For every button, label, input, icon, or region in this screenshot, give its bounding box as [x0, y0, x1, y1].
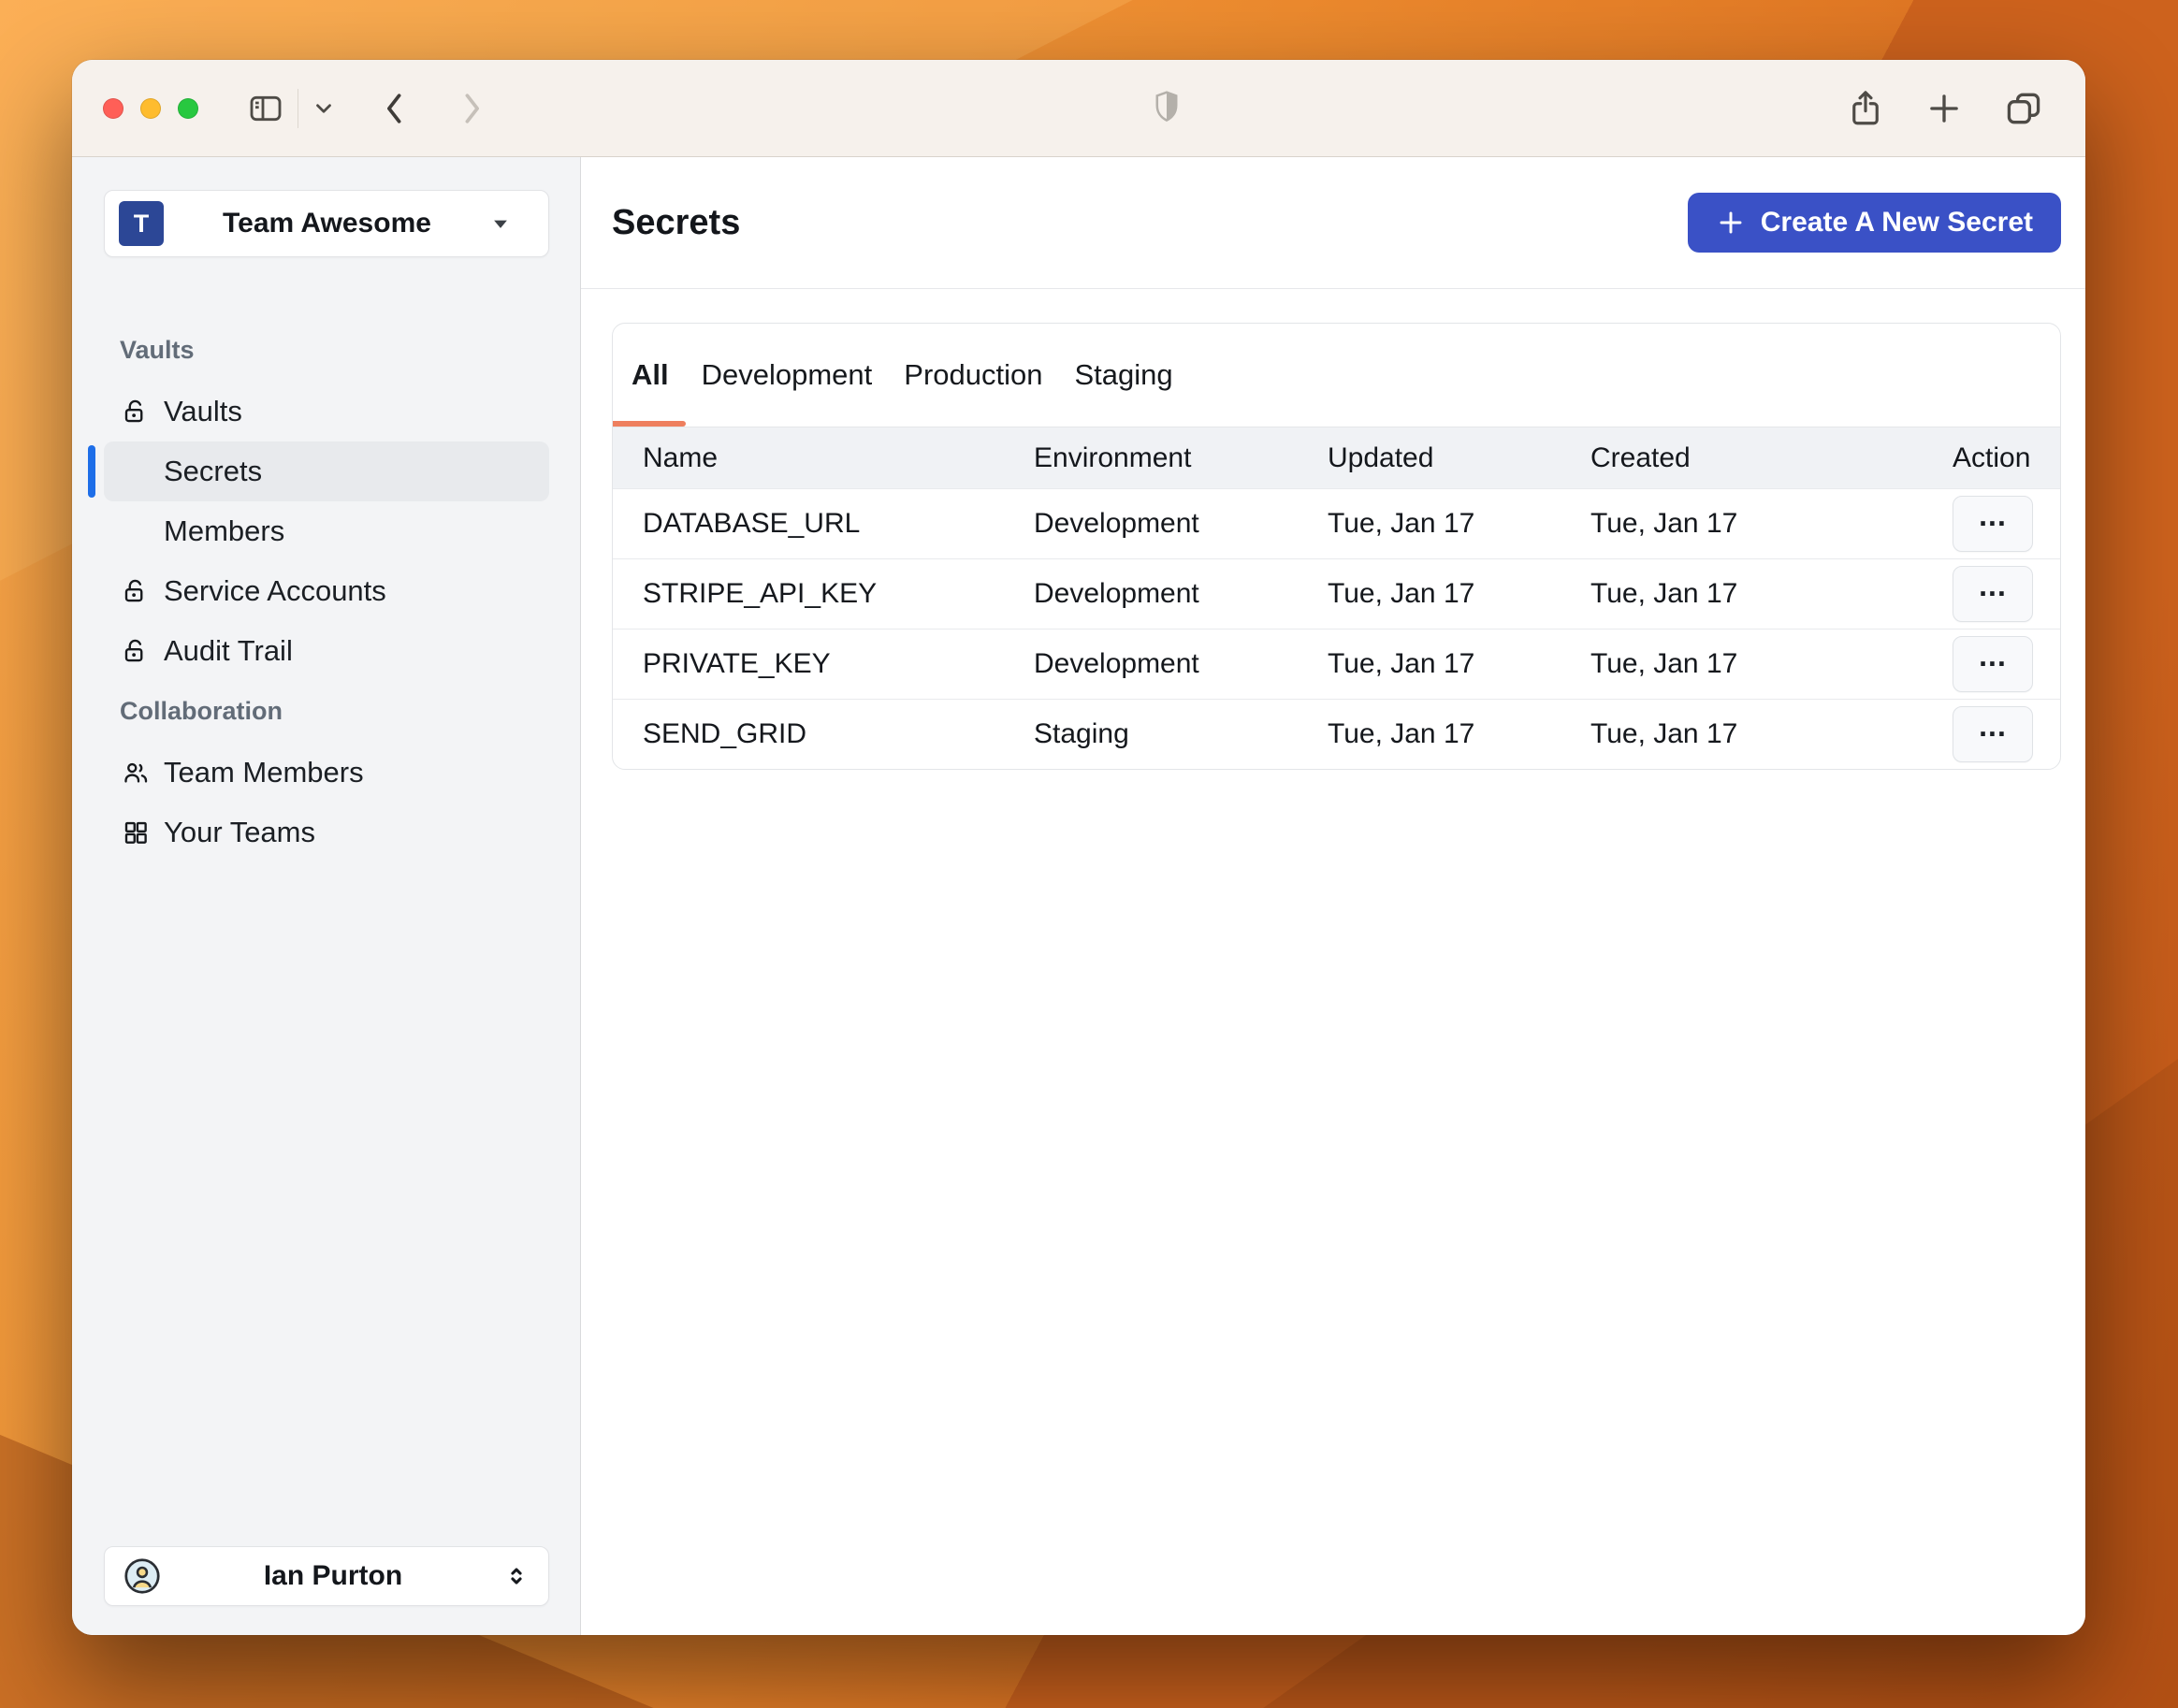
back-button-icon[interactable] — [379, 90, 411, 127]
traffic-lights — [103, 97, 198, 119]
share-icon[interactable] — [1846, 86, 1885, 131]
forward-button-icon[interactable] — [456, 90, 487, 127]
tab-staging[interactable]: Staging — [1059, 324, 1189, 427]
sidebar-item-members[interactable]: Members — [104, 501, 549, 561]
page-title: Secrets — [612, 202, 741, 242]
tab-overview-icon[interactable] — [2003, 88, 2044, 129]
person-circle-icon — [122, 1556, 163, 1597]
grid-icon — [122, 818, 150, 847]
secret-environment: Development — [1034, 508, 1199, 539]
table-row: SEND_GRID Staging Tue, Jan 17 Tue, Jan 1… — [613, 699, 2060, 769]
column-header-environment: Environment — [1034, 441, 1192, 473]
section-label-collaboration: Collaboration — [120, 697, 283, 725]
shield-icon — [1149, 88, 1184, 129]
row-actions-button[interactable]: ... — [1953, 496, 2033, 552]
table-row: DATABASE_URL Development Tue, Jan 17 Tue… — [613, 488, 2060, 558]
secret-name: DATABASE_URL — [643, 508, 861, 539]
window-titlebar — [72, 60, 2085, 157]
unlock-icon — [122, 637, 150, 665]
sidebar-item-vaults[interactable]: Vaults — [104, 382, 549, 441]
minimize-button[interactable] — [140, 97, 161, 119]
secret-created: Tue, Jan 17 — [1590, 718, 1738, 749]
chevron-down-icon[interactable] — [312, 96, 336, 121]
people-icon — [122, 759, 150, 787]
ellipsis-icon: ... — [1979, 708, 2007, 743]
sidebar-nav: Vaults Vaults Secrets Members Service Ac… — [88, 336, 549, 862]
ellipsis-icon: ... — [1979, 568, 2007, 602]
team-name: Team Awesome — [223, 208, 431, 239]
column-header-updated: Updated — [1328, 441, 1434, 473]
up-down-chevrons-icon — [503, 1563, 530, 1589]
ellipsis-icon: ... — [1979, 498, 2007, 532]
table-row: STRIPE_API_KEY Development Tue, Jan 17 T… — [613, 558, 2060, 629]
unlock-icon — [122, 577, 150, 605]
secret-updated: Tue, Jan 17 — [1328, 718, 1475, 749]
secret-environment: Development — [1034, 578, 1199, 609]
table-header: Name Environment Updated Created Action — [613, 427, 2060, 488]
sidebar-item-label: Team Members — [164, 756, 364, 789]
secret-name: STRIPE_API_KEY — [643, 578, 878, 609]
unlock-icon — [122, 398, 150, 426]
tab-development[interactable]: Development — [686, 324, 889, 427]
sidebar-item-your-teams[interactable]: Your Teams — [104, 803, 549, 862]
secret-updated: Tue, Jan 17 — [1328, 508, 1475, 539]
user-name: Ian Purton — [263, 1560, 403, 1591]
column-header-action: Action — [1953, 441, 2031, 473]
secret-updated: Tue, Jan 17 — [1328, 648, 1475, 679]
sidebar-item-service-accounts[interactable]: Service Accounts — [104, 561, 549, 621]
app-window: T Team Awesome Vaults Vaults Secrets Mem… — [72, 60, 2085, 1635]
new-tab-plus-icon[interactable] — [1924, 89, 1964, 128]
sidebar-item-secrets[interactable]: Secrets — [88, 441, 549, 501]
secret-updated: Tue, Jan 17 — [1328, 578, 1475, 609]
row-actions-button[interactable]: ... — [1953, 706, 2033, 762]
column-header-name: Name — [643, 441, 719, 473]
table-row: PRIVATE_KEY Development Tue, Jan 17 Tue,… — [613, 629, 2060, 699]
sidebar-item-audit-trail[interactable]: Audit Trail — [104, 621, 549, 681]
plus-icon — [1716, 208, 1746, 238]
sidebar-item-label: Members — [164, 514, 285, 547]
sidebar-item-team-members[interactable]: Team Members — [104, 743, 549, 803]
sidebar-item-label: Vaults — [164, 395, 242, 427]
caret-down-icon — [490, 213, 511, 234]
tab-all[interactable]: All — [613, 324, 686, 427]
environment-tabs: All Development Production Staging — [613, 324, 2060, 427]
sidebar-item-label: Secrets — [164, 455, 263, 487]
section-label-vaults: Vaults — [120, 336, 195, 364]
main-panel: Secrets Create A New Secret All Developm… — [581, 157, 2085, 1635]
team-selector[interactable]: T Team Awesome — [104, 190, 549, 257]
row-actions-button[interactable]: ... — [1953, 636, 2033, 692]
close-button[interactable] — [103, 97, 123, 119]
tab-production[interactable]: Production — [888, 324, 1058, 427]
secret-created: Tue, Jan 17 — [1590, 578, 1738, 609]
sidebar-item-label: Audit Trail — [164, 634, 293, 667]
ellipsis-icon: ... — [1979, 638, 2007, 673]
sidebar-item-label: Service Accounts — [164, 574, 386, 607]
secret-name: PRIVATE_KEY — [643, 648, 831, 679]
main-header: Secrets Create A New Secret — [581, 157, 2085, 289]
secret-environment: Staging — [1034, 718, 1129, 749]
maximize-button[interactable] — [178, 97, 198, 119]
secret-name: SEND_GRID — [643, 718, 807, 749]
secrets-card: All Development Production Staging Name … — [612, 323, 2061, 770]
team-avatar: T — [119, 201, 164, 246]
sidebar-item-label: Your Teams — [164, 816, 315, 848]
secret-created: Tue, Jan 17 — [1590, 508, 1738, 539]
secret-environment: Development — [1034, 648, 1199, 679]
column-header-created: Created — [1590, 441, 1691, 473]
user-selector[interactable]: Ian Purton — [104, 1546, 549, 1606]
create-new-secret-button[interactable]: Create A New Secret — [1687, 193, 2061, 253]
secret-created: Tue, Jan 17 — [1590, 648, 1738, 679]
desktop-wallpaper: T Team Awesome Vaults Vaults Secrets Mem… — [0, 0, 2178, 1708]
sidebar: T Team Awesome Vaults Vaults Secrets Mem… — [72, 157, 581, 1635]
create-new-secret-label: Create A New Secret — [1760, 207, 2033, 238]
row-actions-button[interactable]: ... — [1953, 566, 2033, 622]
sidebar-toggle-icon[interactable] — [247, 90, 284, 127]
